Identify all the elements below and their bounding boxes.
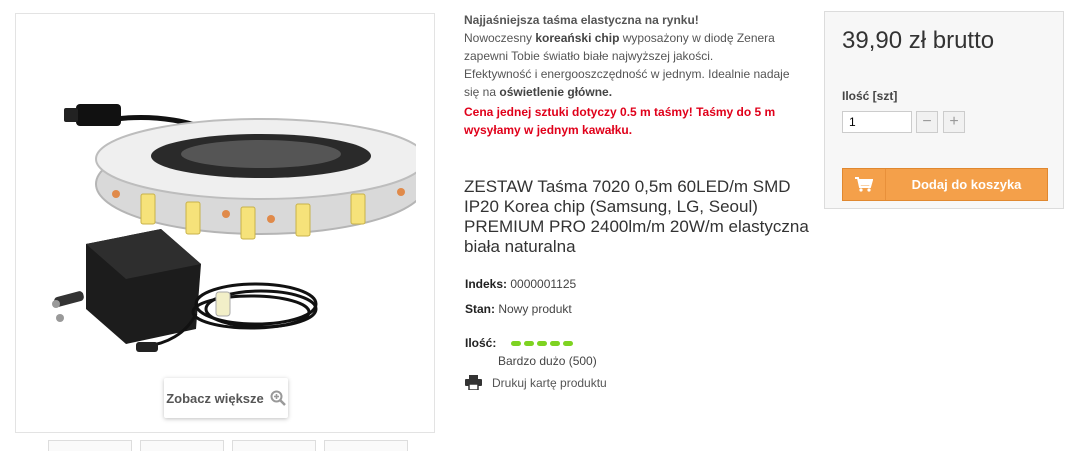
zoom-in-icon [270, 390, 286, 406]
product-price: 39,90 zł brutto [842, 27, 995, 54]
thumbnail[interactable] [232, 440, 316, 451]
quantity-decrease-button[interactable]: − [916, 111, 938, 133]
description-bold: koreański chip [535, 31, 620, 45]
cart-icon [843, 169, 886, 200]
stock-bar [563, 341, 573, 346]
product-image[interactable] [46, 74, 416, 374]
product-stock: Ilość: [465, 336, 496, 350]
stock-bar [537, 341, 547, 346]
print-label: Drukuj kartę produktu [492, 375, 607, 390]
product-title: ZESTAW Taśma 7020 0,5m 60LED/m SMD IP20 … [464, 177, 809, 256]
stock-value: Bardzo dużo (500) [498, 354, 597, 368]
description-text: Nowoczesny [464, 31, 536, 45]
product-index: Indeks: 0000001125 [465, 277, 576, 291]
printer-icon [465, 375, 482, 390]
description-line: Nowoczesny koreański chip wyposażony w d… [464, 29, 794, 65]
quantity-increase-button[interactable]: + [943, 111, 965, 133]
quantity-input[interactable] [842, 111, 912, 133]
stock-label: Ilość: [465, 336, 497, 350]
product-short-description: Najjaśniejsza taśma elastyczna na rynku!… [464, 11, 794, 101]
zoom-label: Zobacz większe [166, 390, 264, 406]
product-gallery: Zobacz większe [15, 13, 435, 433]
description-bold: oświetlenie główne. [499, 85, 613, 99]
thumbnail[interactable] [48, 440, 132, 451]
stock-bar [511, 341, 521, 346]
quantity-label: Ilość [szt] [842, 89, 898, 103]
product-state: Stan: Nowy produkt [465, 302, 572, 316]
thumbnail[interactable] [140, 440, 224, 451]
state-value: Nowy produkt [498, 302, 572, 316]
stock-bar [550, 341, 560, 346]
price-note: Cena jednej sztuki dotyczy 0.5 m taśmy! … [464, 105, 776, 137]
add-to-cart-label: Dodaj do koszyka [911, 177, 1022, 192]
index-label: Indeks: [465, 277, 508, 291]
print-product-link[interactable]: Drukuj kartę produktu [465, 375, 607, 390]
add-to-cart-button[interactable]: Dodaj do koszyka [842, 168, 1048, 201]
zoom-button[interactable]: Zobacz większe [164, 378, 288, 418]
stock-level-indicator [511, 341, 573, 346]
index-value: 0000001125 [510, 277, 577, 291]
description-line: Efektywność i energooszczędność w jednym… [464, 65, 794, 101]
thumbnail-strip [48, 440, 408, 451]
thumbnail[interactable] [324, 440, 408, 451]
stock-bar [524, 341, 534, 346]
description-intro: Najjaśniejsza taśma elastyczna na rynku! [464, 13, 699, 27]
buy-box: 39,90 zł brutto Ilość [szt] − + Dodaj do… [824, 11, 1064, 209]
state-label: Stan: [465, 302, 495, 316]
